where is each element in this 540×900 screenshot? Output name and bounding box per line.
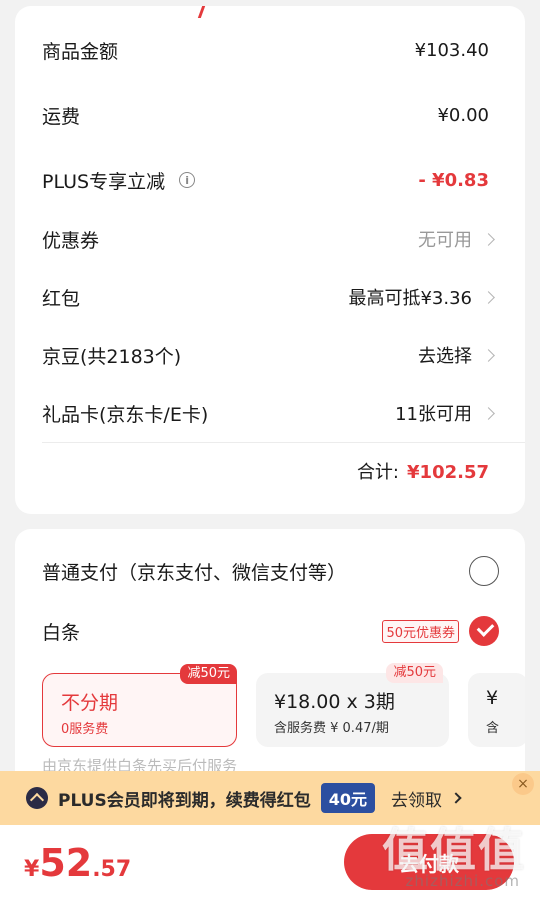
shipping-label: 运费 [42, 105, 81, 128]
giftcard-row[interactable]: 礼品卡(京东卡/E卡) 11张可用 [42, 396, 495, 430]
giftcard-label: 礼品卡(京东卡/E卡) [42, 403, 209, 426]
normal-pay-label: 普通支付（京东支付、微信支付等） [42, 561, 347, 584]
baitiao-check-icon[interactable] [469, 616, 499, 646]
price-decimal: .57 [92, 857, 132, 882]
redpacket-value: 最高可抵¥3.36 [348, 288, 472, 309]
close-icon[interactable]: × [512, 773, 534, 795]
chevron-right-icon [482, 348, 495, 362]
coupon-row[interactable]: 优惠券 无可用 [42, 222, 495, 256]
plus-discount-row: PLUS专享立减 i - ¥0.83 [42, 163, 489, 197]
normal-pay-option[interactable]: 普通支付（京东支付、微信支付等） [42, 551, 499, 591]
shipping-value: ¥0.00 [437, 104, 489, 126]
coupon-label: 优惠券 [42, 229, 100, 252]
jingdou-label: 京豆(共2183个) [42, 345, 182, 368]
pay-amount: ¥ 52 .57 [24, 841, 131, 885]
plan-badge: 减50元 [180, 664, 237, 684]
installment-plan-more[interactable]: ¥ 含 [468, 673, 525, 747]
chevron-right-icon [482, 232, 495, 246]
price-integer: 52 [39, 841, 93, 885]
goods-amount-row: 商品金额 ¥103.40 [42, 33, 489, 67]
order-summary-card: 商品金额 ¥103.40 运费 ¥0.00 PLUS专享立减 i - ¥0.83… [15, 6, 525, 514]
jingdou-row[interactable]: 京豆(共2183个) 去选择 [42, 338, 495, 372]
chevron-right-icon [482, 406, 495, 420]
plan-title: ¥18.00 x 3期 [274, 691, 395, 713]
goods-amount-value: ¥103.40 [414, 39, 489, 61]
installment-plan-3[interactable]: 减50元 ¥18.00 x 3期 含服务费 ¥ 0.47/期 [256, 663, 449, 747]
plus-discount-label-wrap: PLUS专享立减 i [42, 167, 196, 194]
baitiao-label: 白条 [42, 621, 81, 644]
total-value: ¥102.57 [407, 462, 489, 483]
coupon-value: 无可用 [418, 230, 472, 251]
normal-pay-radio[interactable] [469, 556, 499, 586]
plus-renewal-banner[interactable]: PLUS会员即将到期，续费得红包 40元 去领取 × [0, 771, 540, 825]
info-icon[interactable]: i [179, 172, 196, 188]
total-label: 合计: [356, 462, 400, 483]
redpacket-row[interactable]: 红包 最高可抵¥3.36 [42, 280, 495, 314]
redpacket-label: 红包 [42, 287, 81, 310]
plus-logo-icon [26, 787, 48, 809]
giftcard-value: 11张可用 [395, 404, 472, 425]
watermark-url: zhizhizhi.com [405, 872, 520, 890]
plus-banner-amount: 40元 [320, 783, 376, 813]
coupon-value-wrap: 无可用 [418, 226, 495, 252]
plan-subtitle: 0服务费 [61, 722, 109, 737]
shipping-row: 运费 ¥0.00 [42, 98, 489, 132]
decorative-mark [194, 6, 206, 18]
redpacket-value-wrap: 最高可抵¥3.36 [348, 284, 495, 310]
plan-title: 不分期 [61, 692, 119, 714]
plan-subtitle: 含 [486, 721, 500, 736]
plus-claim-label: 去领取 [391, 790, 443, 811]
jingdou-value: 去选择 [418, 346, 472, 367]
installment-plan-none[interactable]: 减50元 不分期 0服务费 [42, 664, 237, 747]
plus-banner-text: PLUS会员即将到期，续费得红包 [58, 790, 311, 811]
chevron-right-icon [450, 792, 462, 804]
price-currency: ¥ [24, 857, 40, 882]
baitiao-coupon-tag: 50元优惠券 [382, 619, 459, 643]
plan-title: ¥ [486, 687, 499, 709]
plan-badge: 减50元 [386, 663, 443, 683]
divider [42, 442, 525, 443]
baitiao-option[interactable]: 白条 50元优惠券 [42, 611, 499, 651]
jingdou-value-wrap: 去选择 [418, 342, 495, 368]
plus-claim-link[interactable]: 去领取 [391, 786, 462, 811]
plus-discount-value: - ¥0.83 [418, 169, 489, 191]
total-row: 合计: ¥102.57 [357, 458, 489, 484]
baitiao-right: 50元优惠券 [382, 616, 499, 646]
goods-amount-label: 商品金额 [42, 40, 119, 63]
chevron-right-icon [482, 290, 495, 304]
plus-discount-label: PLUS专享立减 [42, 170, 166, 193]
giftcard-value-wrap: 11张可用 [395, 400, 495, 426]
plan-subtitle: 含服务费 ¥ 0.47/期 [274, 721, 389, 736]
payment-method-card: 普通支付（京东支付、微信支付等） 白条 50元优惠券 减50元 不分期 0服务费… [15, 529, 525, 789]
